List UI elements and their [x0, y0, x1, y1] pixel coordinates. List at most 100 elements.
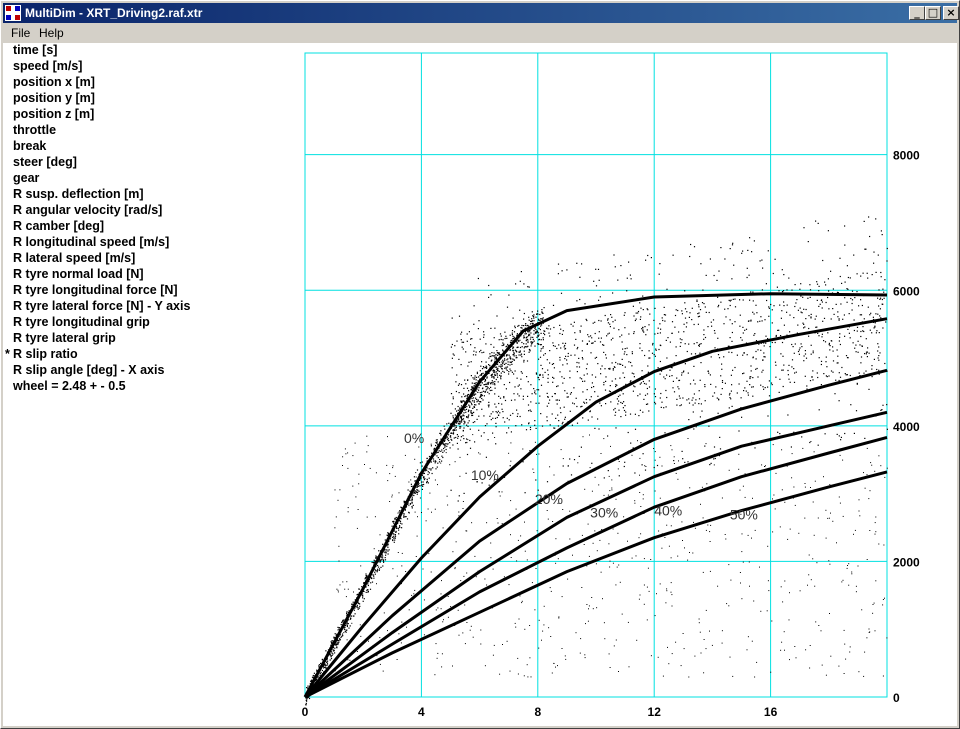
scatter-dot	[755, 358, 757, 360]
x-tick-label: 16	[764, 705, 778, 719]
scatter-dot	[634, 428, 637, 430]
scatter-dot	[506, 417, 508, 419]
scatter-dot	[431, 511, 432, 513]
scatter-dot	[663, 407, 665, 409]
scatter-dot	[721, 388, 723, 390]
scatter-dot	[435, 444, 437, 447]
scatter-dot	[514, 370, 516, 372]
scatter-dot	[877, 343, 879, 345]
scatter-dot	[476, 418, 478, 420]
scatter-dot	[746, 276, 748, 279]
scatter-dot	[631, 372, 633, 374]
scatter-dot	[500, 338, 502, 341]
scatter-dot	[709, 570, 711, 572]
menu-help[interactable]: Help	[39, 26, 64, 40]
scatter-dot	[731, 331, 733, 334]
scatter-dot	[548, 627, 550, 629]
scatter-dot	[749, 585, 750, 587]
plot-area[interactable]: 0%10%20%30% 40% 50% 0 4 8 12 16020004000600080…	[3, 43, 957, 726]
scatter-dot	[514, 327, 516, 329]
scatter-dot	[705, 529, 707, 531]
scatter-dot	[721, 497, 723, 499]
scatter-dot	[770, 671, 772, 673]
scatter-dot	[681, 372, 683, 374]
scatter-dot	[754, 676, 756, 678]
scatter-dot	[437, 607, 439, 609]
scatter-dot	[510, 431, 512, 433]
scatter-dot	[603, 438, 605, 440]
scatter-dot	[795, 371, 797, 373]
scatter-dot	[487, 383, 489, 385]
scatter-dot	[477, 391, 479, 393]
scatter-dot	[501, 368, 503, 370]
scatter-dot	[503, 361, 505, 363]
scatter-dot	[678, 395, 680, 397]
scatter-dot	[488, 404, 490, 406]
scatter-dot	[781, 269, 783, 271]
scatter-dot	[647, 254, 649, 257]
minimize-button[interactable]: _	[909, 6, 925, 20]
scatter-dot	[536, 331, 538, 333]
scatter-dot	[543, 307, 545, 309]
scatter-dot	[475, 379, 477, 381]
scatter-dot	[734, 366, 736, 369]
scatter-dot	[653, 466, 655, 469]
scatter-dot	[533, 333, 535, 335]
menu-file[interactable]: File	[11, 26, 30, 40]
scatter-dot	[875, 580, 877, 582]
scatter-dot	[353, 591, 354, 593]
scatter-dot	[869, 314, 871, 316]
scatter-dot	[768, 306, 770, 308]
scatter-dot	[383, 559, 385, 561]
scatter-dot	[637, 312, 639, 314]
scatter-dot	[646, 329, 648, 331]
scatter-dot	[803, 308, 805, 310]
scatter-dot	[562, 382, 564, 384]
scatter-dot	[466, 340, 468, 342]
scatter-dot	[486, 388, 488, 390]
title-bar[interactable]: MultiDim - XRT_Driving2.raf.xtr _ □ ×	[3, 3, 959, 23]
scatter-dot	[849, 337, 851, 339]
scatter-dot	[772, 531, 774, 533]
scatter-dot	[448, 422, 450, 424]
close-button[interactable]: ×	[943, 6, 959, 20]
scatter-dot	[853, 319, 855, 321]
scatter-dot	[584, 657, 586, 659]
scatter-dot	[784, 501, 786, 503]
scatter-dot	[700, 362, 702, 364]
scatter-dot	[693, 365, 695, 367]
scatter-dot	[791, 366, 793, 368]
scatter-dot	[718, 398, 720, 400]
maximize-button[interactable]: □	[925, 6, 941, 20]
scatter-dot	[548, 325, 550, 327]
scatter-dot	[664, 378, 666, 380]
scatter-dot	[694, 402, 696, 404]
scatter-dot	[828, 290, 830, 292]
scatter-dot	[501, 344, 503, 347]
scatter-dot	[517, 657, 519, 659]
scatter-dot	[598, 428, 600, 430]
scatter-dot	[681, 310, 683, 312]
scatter-dot	[527, 338, 529, 341]
scatter-dot	[879, 308, 881, 310]
scatter-dot	[528, 333, 530, 335]
scatter-dot	[877, 350, 879, 352]
scatter-dot	[878, 305, 880, 307]
scatter-dot	[478, 320, 480, 322]
scatter-dot	[660, 406, 662, 408]
scatter-dot	[384, 557, 386, 559]
scatter-dot	[377, 568, 379, 570]
scatter-dot	[382, 543, 384, 545]
scatter-dot	[394, 475, 396, 477]
scatter-dot	[805, 357, 808, 359]
scatter-dot	[623, 516, 625, 518]
scatter-dot	[762, 359, 764, 361]
scatter-dot	[549, 424, 551, 426]
scatter-dot	[631, 351, 633, 353]
scatter-dot	[576, 262, 578, 264]
scatter-dot	[784, 580, 786, 582]
scatter-dot	[738, 430, 740, 432]
scatter-dot	[557, 385, 559, 387]
app-icon[interactable]	[5, 5, 21, 21]
scatter-dot	[467, 379, 469, 381]
